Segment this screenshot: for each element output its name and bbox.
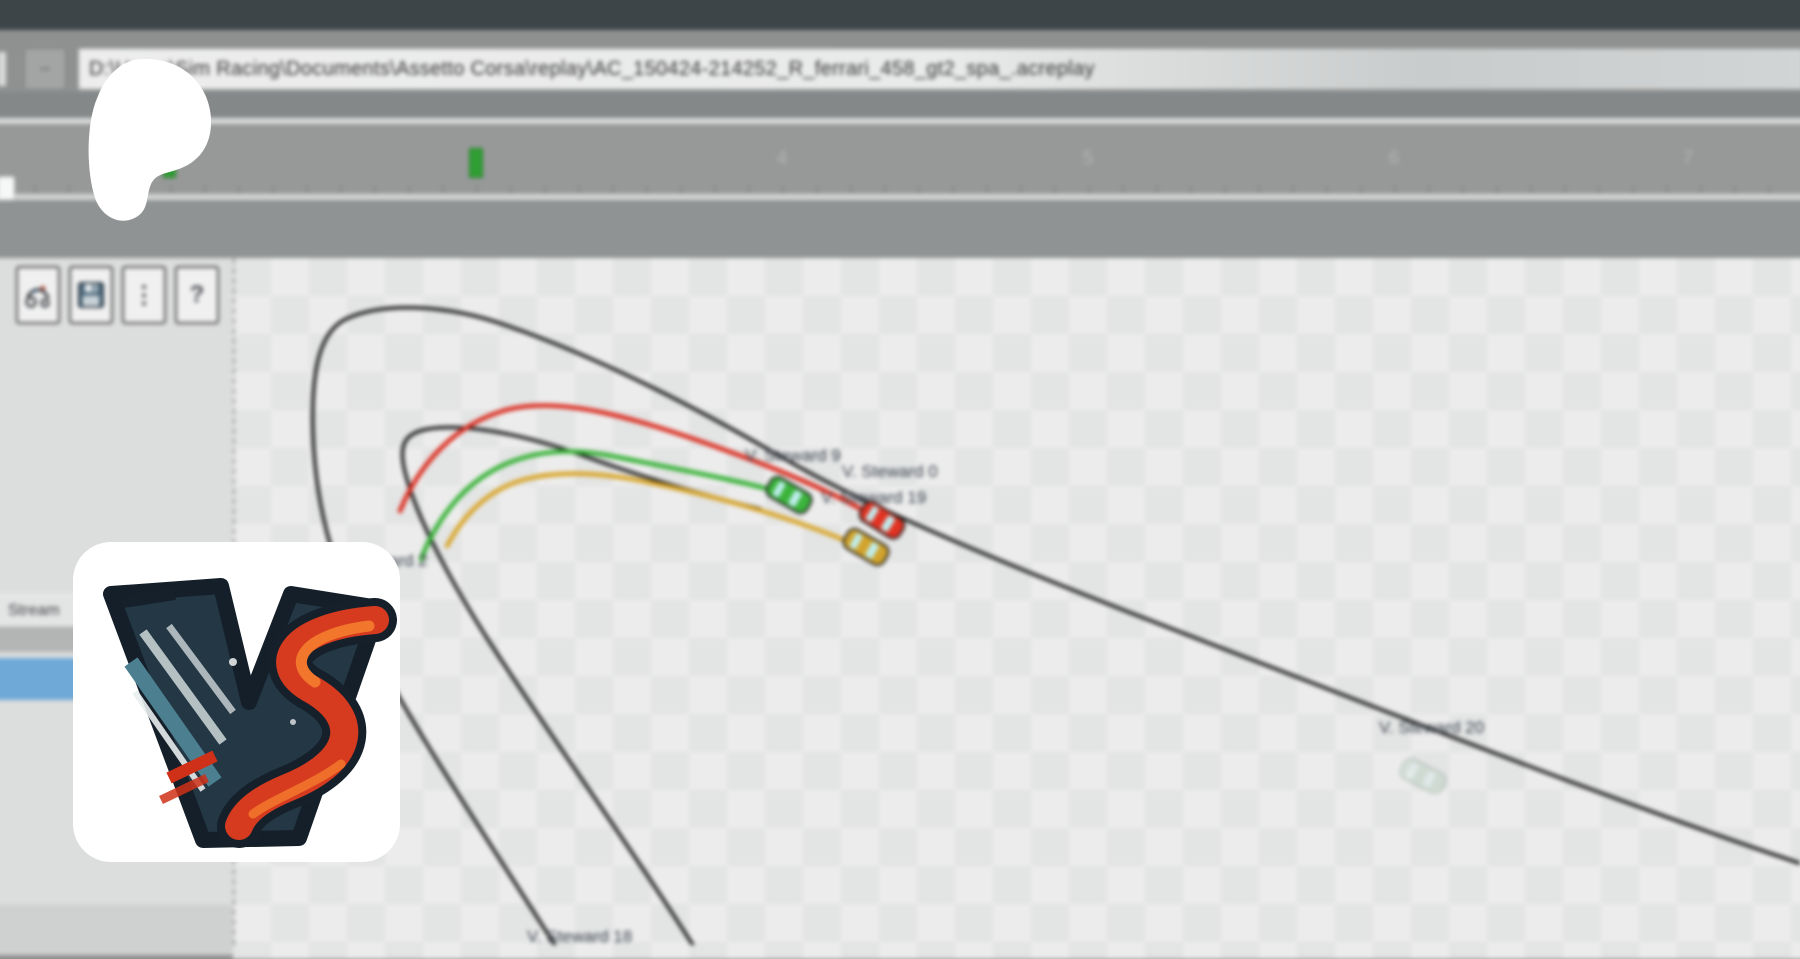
vs-logo-card [73, 542, 400, 862]
patreon-logo [76, 56, 218, 228]
watermark-overlays [0, 0, 1800, 945]
vs-logo [73, 542, 400, 862]
